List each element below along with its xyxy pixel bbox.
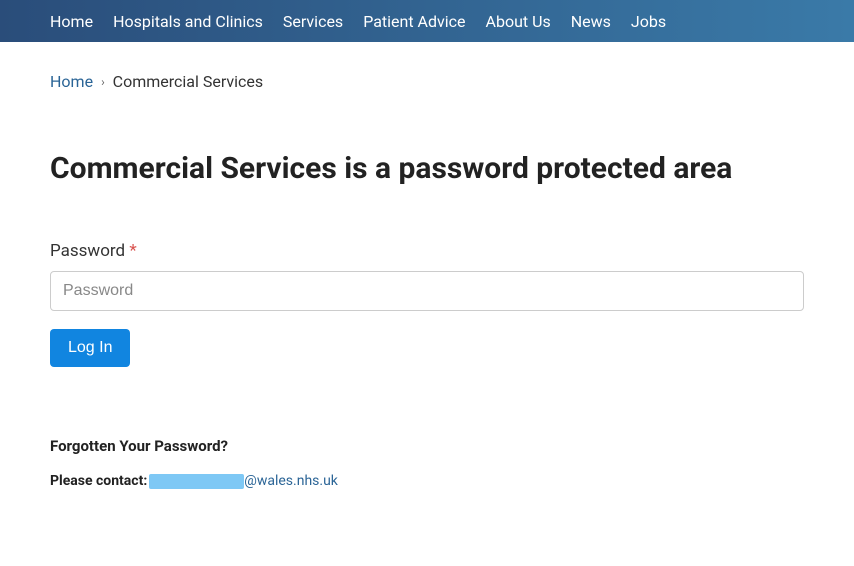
forgotten-title: Forgotten Your Password? (50, 437, 804, 455)
nav-jobs[interactable]: Jobs (621, 12, 676, 31)
nav-home[interactable]: Home (50, 12, 103, 31)
breadcrumb-home[interactable]: Home (50, 72, 93, 91)
nav-services[interactable]: Services (273, 12, 353, 31)
password-input[interactable] (50, 271, 804, 311)
breadcrumb: Home › Commercial Services (50, 72, 804, 91)
page-title: Commercial Services is a password protec… (50, 151, 804, 186)
nav-about-us[interactable]: About Us (476, 12, 561, 31)
forgotten-section: Forgotten Your Password? Please contact:… (50, 437, 804, 489)
contact-line: Please contact: @wales.nhs.uk (50, 473, 804, 489)
redacted-email-user (149, 474, 244, 489)
main-navbar: Home Hospitals and Clinics Services Pati… (0, 0, 854, 42)
contact-label: Please contact: (50, 473, 147, 489)
nav-news[interactable]: News (561, 12, 621, 31)
nav-hospitals[interactable]: Hospitals and Clinics (103, 12, 273, 31)
breadcrumb-current: Commercial Services (113, 72, 264, 91)
password-label-text: Password (50, 241, 125, 261)
login-button[interactable]: Log In (50, 329, 130, 367)
password-label: Password * (50, 241, 804, 261)
required-indicator: * (129, 241, 136, 261)
breadcrumb-separator: › (101, 75, 105, 89)
contact-email-domain[interactable]: @wales.nhs.uk (244, 473, 338, 489)
main-content: Home › Commercial Services Commercial Se… (0, 42, 854, 519)
nav-patient-advice[interactable]: Patient Advice (353, 12, 475, 31)
